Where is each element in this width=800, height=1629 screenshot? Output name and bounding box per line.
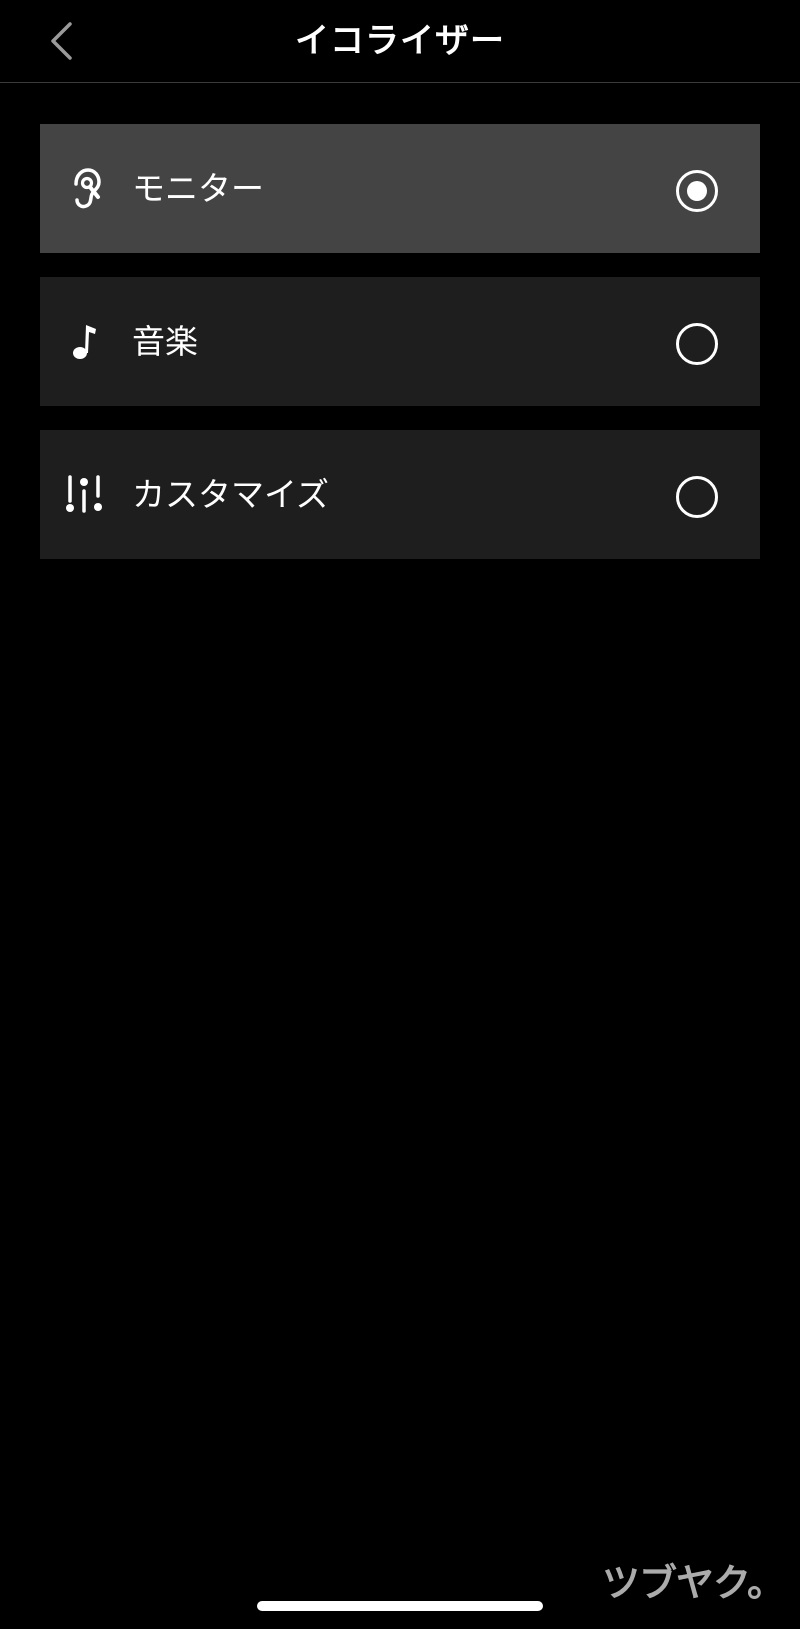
option-label: カスタマイズ: [132, 475, 330, 514]
page-title: イコライザー: [295, 21, 505, 61]
radio-unselected[interactable]: [676, 323, 718, 365]
watermark-logo: ツブヤク。: [602, 1561, 785, 1605]
option-customize[interactable]: カスタマイズ: [40, 430, 760, 559]
equalizer-option-list: モニター 音楽 カスタマイズ: [40, 124, 760, 583]
equalizer-screen: イコライザー モニター 音楽 カスタマイズ ツブヤク。: [0, 0, 800, 1629]
radio-dot: [687, 181, 707, 201]
option-monitor[interactable]: モニター: [40, 124, 760, 253]
ear-icon: [62, 164, 106, 212]
music-note-icon: [62, 317, 106, 365]
option-label: モニター: [132, 169, 264, 208]
home-indicator[interactable]: [257, 1601, 543, 1611]
header: イコライザー: [0, 0, 800, 83]
option-music[interactable]: 音楽: [40, 277, 760, 406]
radio-selected[interactable]: [676, 170, 718, 212]
sliders-icon: [62, 470, 106, 518]
radio-unselected[interactable]: [676, 476, 718, 518]
option-label: 音楽: [132, 322, 198, 361]
